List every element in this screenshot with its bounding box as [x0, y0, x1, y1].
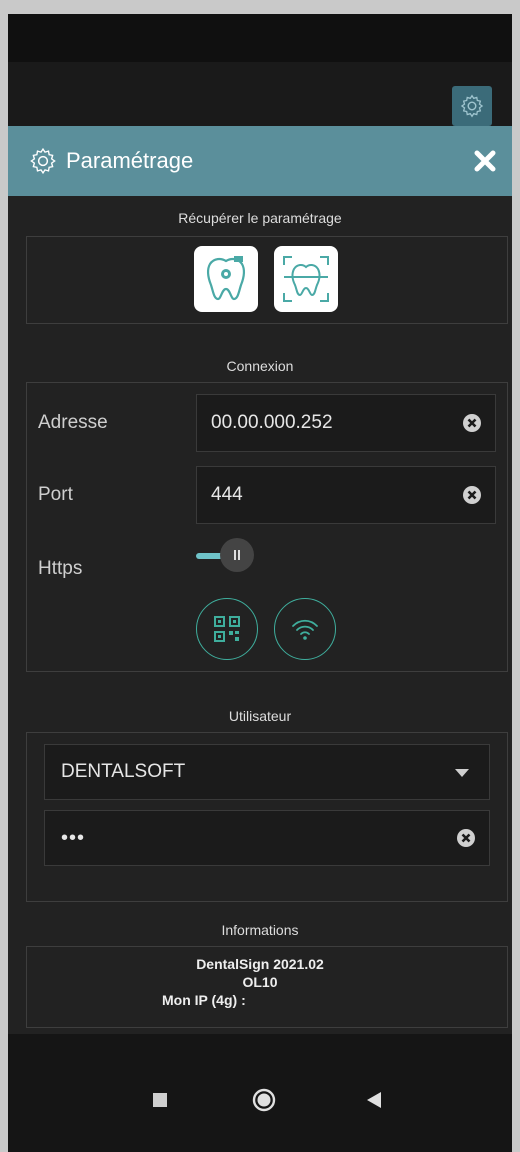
- port-field[interactable]: 444: [196, 466, 496, 524]
- wifi-icon: [292, 619, 318, 640]
- port-label: Port: [38, 484, 73, 505]
- status-bar: [8, 14, 512, 62]
- address-field[interactable]: 00.00.000.252: [196, 394, 496, 452]
- port-value: 444: [211, 484, 243, 505]
- back-button[interactable]: [364, 1090, 384, 1110]
- tooth-scan-icon: [283, 256, 329, 302]
- app-bar-behind: [8, 62, 512, 126]
- settings-button-behind[interactable]: [452, 86, 492, 126]
- password-value: •••: [61, 826, 86, 849]
- ip-label: Mon IP (4g) :: [162, 992, 246, 1008]
- recents-button[interactable]: [150, 1090, 170, 1110]
- address-label: Adresse: [38, 412, 108, 433]
- clear-icon[interactable]: [457, 829, 475, 847]
- gear-icon: [460, 94, 484, 118]
- modal-header: Paramétrage: [8, 126, 512, 196]
- device-code: OL10: [242, 974, 278, 990]
- caret-down-icon: [455, 769, 469, 777]
- info-section-title: Informations: [221, 922, 299, 938]
- user-select[interactable]: DENTALSOFT: [44, 744, 490, 800]
- circle-icon: [252, 1088, 276, 1112]
- android-nav-bar: [8, 1034, 512, 1152]
- recover-tooth-button[interactable]: [194, 246, 258, 312]
- close-button[interactable]: [470, 146, 500, 176]
- password-field[interactable]: •••: [44, 810, 490, 866]
- app-version: DentalSign 2021.02: [196, 956, 324, 972]
- tooth-icon: [206, 256, 246, 301]
- modal-title: Paramétrage: [66, 148, 194, 173]
- selected-user: DENTALSOFT: [61, 761, 186, 782]
- pause-bars-icon: [234, 550, 240, 560]
- qr-scan-button[interactable]: [196, 598, 258, 660]
- connexion-section-title: Connexion: [226, 358, 294, 374]
- gear-icon: [28, 146, 58, 176]
- recover-scan-button[interactable]: [274, 246, 338, 312]
- clear-icon[interactable]: [463, 486, 481, 504]
- recover-box: [26, 236, 508, 324]
- settings-content: Récupérer le paramétrage Connexion Adres…: [8, 196, 512, 1034]
- user-section-title: Utilisateur: [228, 708, 292, 724]
- recover-section-title: Récupérer le paramétrage: [178, 210, 342, 226]
- https-label: Https: [38, 558, 83, 579]
- square-icon: [153, 1093, 167, 1107]
- close-icon: [474, 150, 496, 172]
- triangle-back-icon: [367, 1092, 381, 1108]
- clear-icon[interactable]: [463, 414, 481, 432]
- phone-screen: Paramétrage Récupérer le paramétrage Con…: [8, 14, 512, 1152]
- home-button[interactable]: [250, 1086, 278, 1114]
- address-value: 00.00.000.252: [211, 412, 333, 433]
- qr-code-icon: [214, 616, 240, 642]
- wifi-discover-button[interactable]: [274, 598, 336, 660]
- toggle-knob[interactable]: [220, 538, 254, 572]
